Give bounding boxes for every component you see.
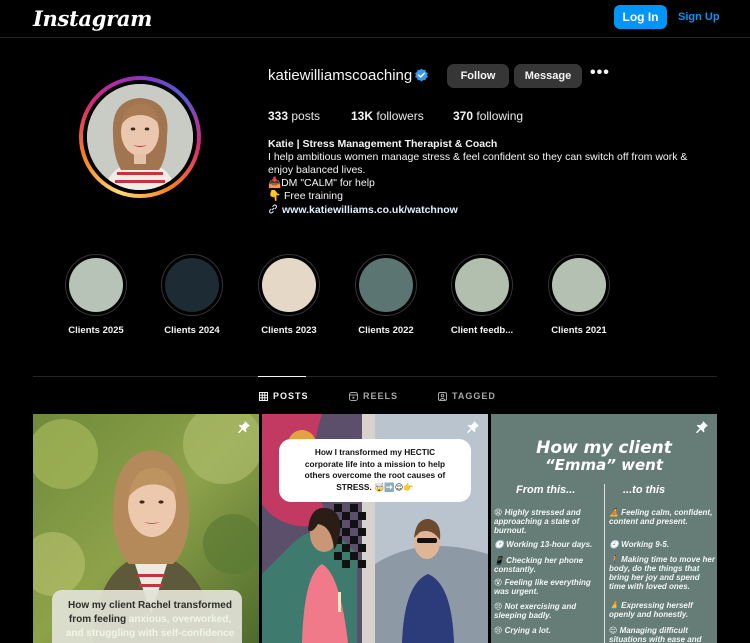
follow-button[interactable]: Follow bbox=[447, 64, 509, 88]
posts-count: 333 bbox=[268, 109, 289, 123]
highlight-cover bbox=[552, 258, 606, 312]
comparison-item: 🙏 Expressing herself openly and honestly… bbox=[609, 601, 693, 619]
comparison-item: 🧘 Feeling calm, confident, content and p… bbox=[609, 508, 713, 526]
bio-name: Katie | Stress Management Therapist & Co… bbox=[268, 138, 498, 150]
highlight-clients-2022[interactable] bbox=[355, 254, 417, 316]
reels-icon bbox=[349, 391, 358, 401]
bio-line: 📥DM "CALM" for help bbox=[268, 177, 375, 189]
post-headline: How I transformed my HECTIC corporate li… bbox=[304, 447, 446, 492]
pinned-icon bbox=[467, 421, 479, 434]
message-button[interactable]: Message bbox=[514, 64, 582, 88]
profile-avatar-ring[interactable] bbox=[79, 76, 201, 198]
tab-tagged[interactable]: TAGGED bbox=[438, 391, 496, 401]
more-options-icon[interactable]: ••• bbox=[590, 65, 610, 85]
tab-label: POSTS bbox=[273, 391, 309, 401]
highlight-clients-2024[interactable] bbox=[161, 254, 223, 316]
following-label: following bbox=[476, 109, 524, 123]
pinned-icon bbox=[238, 421, 250, 434]
comparison-item: 📱 Checking her phone constantly. bbox=[494, 556, 584, 574]
tagged-icon bbox=[438, 391, 447, 401]
post-title-line: “Emma” went bbox=[544, 456, 664, 474]
comparison-item: 😌 Managing difficult situations with eas… bbox=[609, 626, 702, 643]
highlight-label: Clients 2024 bbox=[164, 325, 220, 336]
profile-username: katiewilliamscoaching bbox=[268, 67, 413, 84]
post-caption-line: from feeling anxious, overworked, bbox=[68, 614, 232, 625]
bio-line: 👇 Free training bbox=[268, 190, 343, 202]
highlight-clients-2023[interactable] bbox=[258, 254, 320, 316]
pinned-icon bbox=[696, 421, 708, 434]
tab-reels[interactable]: REELS bbox=[349, 391, 398, 401]
grid-icon bbox=[259, 391, 268, 401]
tab-label: TAGGED bbox=[452, 391, 496, 401]
comparison-item: 😵 Feeling like everything was urgent. bbox=[494, 578, 591, 596]
instagram-logo[interactable]: Instagram bbox=[33, 6, 152, 31]
highlight-cover bbox=[69, 258, 123, 312]
avatar-photo bbox=[87, 84, 193, 190]
comparison-item: 🕑 Working 13-hour days. bbox=[494, 540, 593, 549]
login-button[interactable]: Log In bbox=[614, 5, 667, 29]
highlight-clients-2025[interactable] bbox=[65, 254, 127, 316]
post-caption-line: How my client Rachel transformed bbox=[68, 600, 232, 611]
following-count: 370 bbox=[453, 109, 474, 123]
highlight-label: Clients 2025 bbox=[68, 325, 124, 336]
highlight-client-feedback[interactable] bbox=[451, 254, 513, 316]
following-stat[interactable]: 370 following bbox=[453, 109, 523, 123]
column-divider bbox=[604, 484, 605, 643]
signup-link[interactable]: Sign Up bbox=[678, 11, 720, 23]
verified-badge-icon bbox=[415, 68, 428, 82]
followers-stat[interactable]: 13K followers bbox=[351, 109, 424, 123]
highlight-cover bbox=[165, 258, 219, 312]
tab-posts[interactable]: POSTS bbox=[259, 391, 309, 401]
posts-label: posts bbox=[291, 109, 321, 123]
top-bar: Instagram Log In Sign Up bbox=[0, 0, 750, 38]
bio-link-text: www.katiewilliams.co.uk/watchnow bbox=[282, 204, 458, 216]
profile-divider bbox=[33, 376, 717, 377]
highlight-label: Client feedb... bbox=[450, 325, 514, 336]
highlight-cover bbox=[359, 258, 413, 312]
bio-line: I help ambitious women manage stress & f… bbox=[268, 151, 688, 163]
highlight-clients-2021[interactable] bbox=[548, 254, 610, 316]
comparison-item: 😢 Crying a lot. bbox=[494, 626, 551, 635]
comparison-item: 🚶 Making time to move her body, do the t… bbox=[609, 555, 715, 591]
column-heading-to: ...to this bbox=[623, 484, 666, 496]
posts-count-stat: 333 posts bbox=[268, 109, 320, 123]
active-tab-indicator bbox=[258, 376, 306, 377]
tab-label: REELS bbox=[363, 391, 399, 401]
bio-link[interactable]: www.katiewilliams.co.uk/watchnow bbox=[268, 204, 458, 216]
comparison-item: 😣 Not exercising and sleeping badly. bbox=[494, 602, 577, 620]
followers-label: followers bbox=[376, 109, 424, 123]
link-icon bbox=[269, 204, 277, 214]
bio-line: enjoy balanced lives. bbox=[268, 164, 366, 176]
comparison-item: 🕘 Working 9-5. bbox=[609, 540, 670, 549]
post-caption-line: and struggling with self-confidence bbox=[65, 628, 235, 639]
highlight-label: Clients 2021 bbox=[551, 325, 607, 336]
post-title-line: How my client bbox=[536, 438, 672, 458]
highlight-label: Clients 2023 bbox=[261, 325, 317, 336]
comparison-item: 😫 Highly stressed and approaching a stat… bbox=[494, 508, 581, 535]
highlight-cover bbox=[262, 258, 316, 312]
column-heading-from: From this... bbox=[516, 484, 576, 496]
followers-count: 13K bbox=[351, 109, 374, 123]
avatar bbox=[87, 84, 193, 190]
highlight-label: Clients 2022 bbox=[358, 325, 414, 336]
highlight-cover bbox=[455, 258, 509, 312]
